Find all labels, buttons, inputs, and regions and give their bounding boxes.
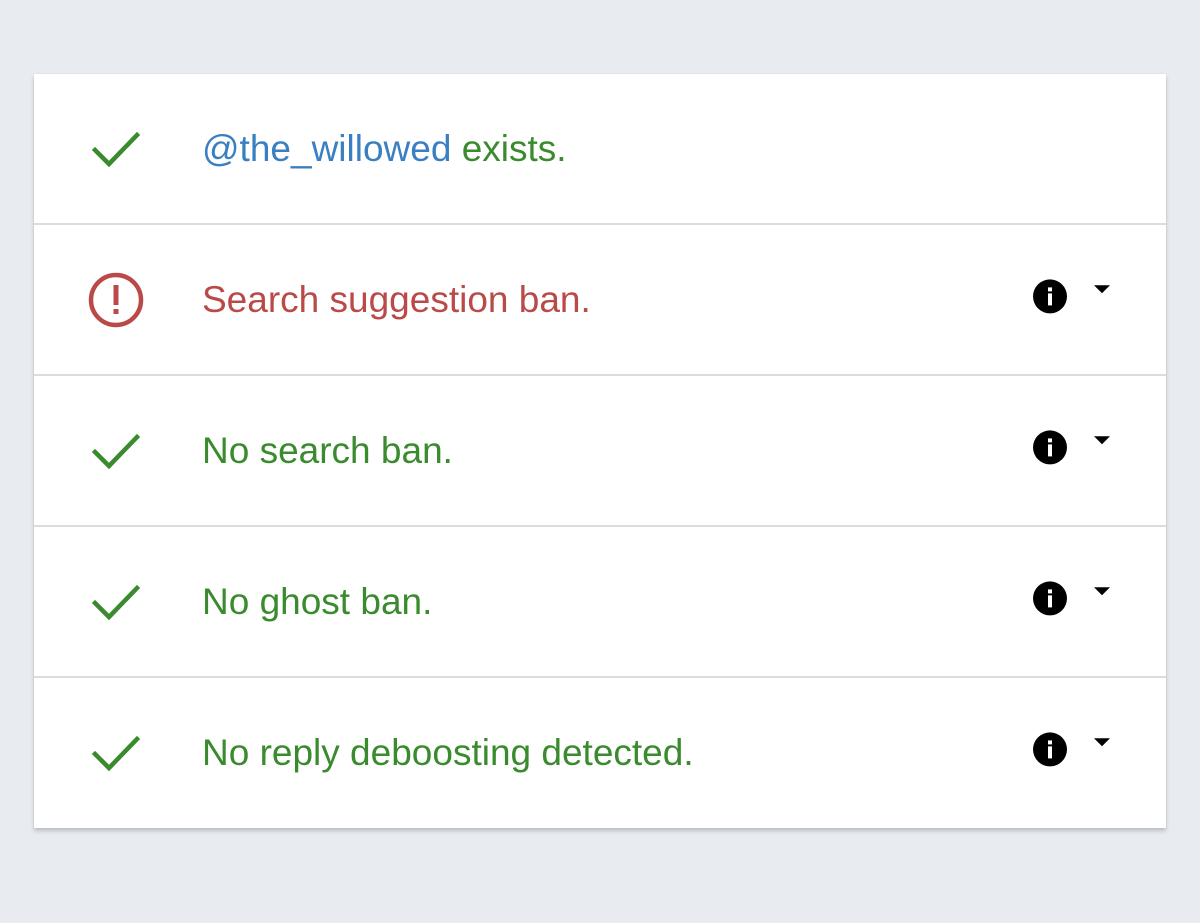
caret-down-icon[interactable] <box>1092 585 1112 597</box>
info-icon[interactable] <box>1032 731 1068 767</box>
check-text: exists. <box>451 127 567 169</box>
caret-down-icon[interactable] <box>1092 434 1112 446</box>
exclamation-circle-icon <box>86 270 146 330</box>
check-row-search-suggestion-ban: Search suggestion ban. <box>34 225 1166 376</box>
info-icon[interactable] <box>1032 580 1068 616</box>
info-icon[interactable] <box>1032 429 1068 465</box>
check-text: No reply deboosting detected. <box>202 732 694 773</box>
caret-down-icon[interactable] <box>1092 283 1112 295</box>
check-row-search-ban: No search ban. <box>34 376 1166 527</box>
check-icon <box>86 119 146 179</box>
check-text: No search ban. <box>202 429 453 471</box>
shadowban-results-card: @the_willowed exists. Search suggestion … <box>34 74 1166 828</box>
info-icon[interactable] <box>1032 278 1068 314</box>
check-icon <box>86 723 146 783</box>
check-row-reply-deboosting: No reply deboosting detected. <box>34 678 1166 828</box>
check-text: No ghost ban. <box>202 580 433 622</box>
caret-down-icon[interactable] <box>1092 736 1112 748</box>
check-text: Search suggestion ban. <box>202 278 591 320</box>
username-handle: @the_willowed <box>202 127 452 169</box>
check-row-label: @the_willowed exists. <box>202 128 567 170</box>
check-icon <box>86 572 146 632</box>
check-icon <box>86 421 146 481</box>
check-row-exists: @the_willowed exists. <box>34 74 1166 225</box>
check-row-ghost-ban: No ghost ban. <box>34 527 1166 678</box>
